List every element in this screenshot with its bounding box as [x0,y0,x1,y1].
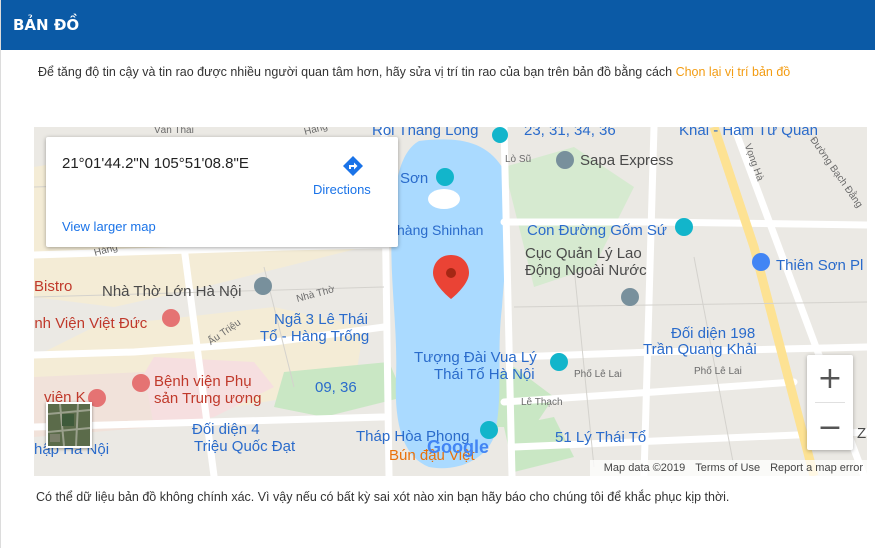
map-label-hang-shinhan[interactable]: hàng Shinhan [397,222,483,238]
coordinates-text: 21°01'44.2"N 105°51'08.8"E [62,155,249,172]
map-label-van-thai: Văn Thái [154,127,194,136]
google-logo: Google [427,437,489,458]
directions-icon[interactable] [342,155,364,177]
map-label-nga3-2[interactable]: Tổ - Hàng Trống [260,328,369,345]
map-label-ly-thai-to-51[interactable]: 51 Lý Thái Tổ [555,429,646,446]
section-header: BẢN ĐỒ [1,0,875,50]
map-label-tuong-dai-2[interactable]: Thái Tổ Hà Nội [434,366,535,383]
section-title: BẢN ĐỒ [13,16,80,34]
view-larger-map-link[interactable]: View larger map [62,219,156,234]
map-label-le-thach: Lê Thạch [521,397,563,408]
map-label-khai-ham[interactable]: Khải - Hàm Tử Quan [679,127,818,139]
map-attribution: Map data ©2019 Terms of Use Report a map… [589,460,867,476]
map-label-bus-routes-top[interactable]: 23, 31, 34, 36 [524,127,616,139]
map-label-doi-dien-4-1[interactable]: Đối diện 4 [192,421,260,438]
map-label-doi-dien-198-1[interactable]: Đối diện 198 [671,325,755,342]
zoom-controls: + − [807,355,853,450]
map-label-bus-09-36[interactable]: 09, 36 [315,379,357,396]
intro-sentence: Để tăng độ tin cậy và tin rao được nhiều… [38,65,676,79]
map-view[interactable]: Rối Thăng Long 23, 31, 34, 36 Khải - Hàm… [34,127,867,476]
map-section: BẢN ĐỒ Để tăng độ tin cậy và tin rao đượ… [0,0,875,548]
map-label-tuong-dai-1[interactable]: Tượng Đài Vua Lý [414,349,537,366]
map-label-thien-son[interactable]: Thiên Sơn Pl [776,257,863,274]
map-label-son[interactable]: Sơn [400,170,428,187]
map-label-benh-vien-viet-duc[interactable]: ệnh Viện Việt Đức [34,315,147,332]
zoom-in-button[interactable]: + [807,355,853,401]
zoom-divider [815,402,845,403]
map-label-nha-tho-lon[interactable]: Nhà Thờ Lớn Hà Nội [102,283,241,300]
map-label-bistro[interactable]: Bistro [34,278,72,295]
report-map-error-link[interactable]: Report a map error [770,462,863,474]
map-disclaimer: Có thể dữ liệu bản đồ không chính xác. V… [36,490,730,504]
location-info-card: 21°01'44.2"N 105°51'08.8"E Directions Vi… [46,137,398,247]
intro-text: Để tăng độ tin cậy và tin rao được nhiều… [38,63,858,82]
map-label-benh-vien-phu-san-2[interactable]: sản Trung ương [154,390,261,407]
zoom-out-button[interactable]: − [807,404,853,450]
map-data-credit: Map data ©2019 [603,462,686,474]
directions-link[interactable]: Directions [313,182,371,197]
map-label-con-duong-gom-su[interactable]: Con Đường Gốm Sứ [527,222,667,239]
terms-of-use-link[interactable]: Terms of Use [695,462,760,474]
map-label-lo-su: Lò Sũ [505,154,532,165]
google-logo-text: Google [427,437,489,457]
map-label-cuc-quan-ly-2[interactable]: Động Ngoài Nước [525,262,647,279]
map-label-doi-dien-198-2[interactable]: Trần Quang Khải [643,341,757,358]
map-label-sapa-express[interactable]: Sapa Express [580,152,673,169]
map-label-z: Z [857,425,867,442]
satellite-thumbnail-icon [48,404,90,446]
reselect-location-link[interactable]: Chọn lại vị trí bản đồ [676,65,791,79]
map-label-pho-le-lai-2: Phố Lê Lai [694,366,742,377]
map-label-nga3-1[interactable]: Ngã 3 Lê Thái [274,311,368,328]
map-label-cuc-quan-ly-1[interactable]: Cục Quản Lý Lao [525,245,642,262]
map-label-doi-dien-4-2[interactable]: Triệu Quốc Đạt [194,438,295,455]
map-label-pho-le-lai: Phố Lê Lai [574,369,622,380]
map-label-benh-vien-phu-san-1[interactable]: Bệnh viện Phụ [154,373,252,390]
satellite-view-toggle[interactable] [46,402,92,448]
